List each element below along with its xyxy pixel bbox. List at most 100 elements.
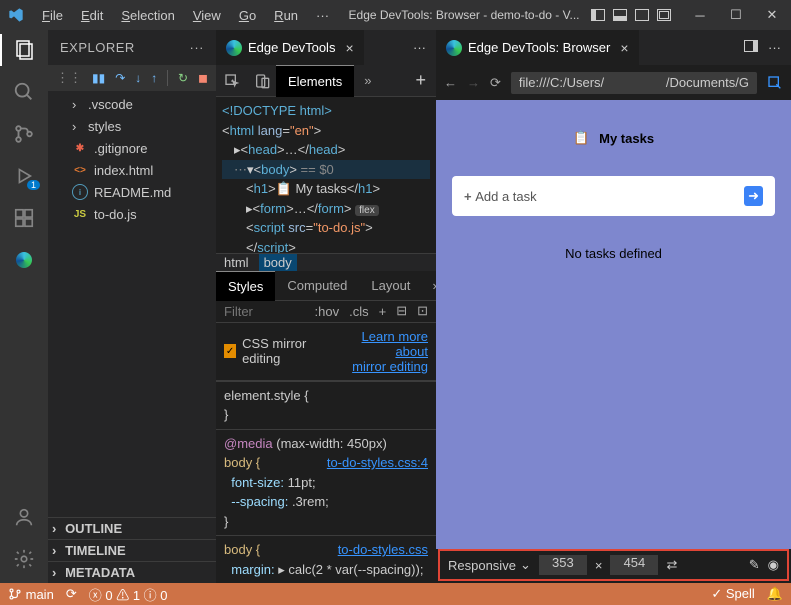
responsive-dropdown[interactable]: Responsive ⌄ [448,557,531,573]
explorer-more-icon[interactable]: ··· [190,40,205,55]
html-icon: <> [72,162,88,178]
styles-tab[interactable]: Styles [216,271,275,301]
cls-toggle[interactable]: .cls [349,304,369,319]
sync-icon[interactable]: ⟳ [66,586,77,602]
close-button[interactable]: ✕ [761,4,783,26]
learn-link[interactable]: Learn more about [362,329,428,359]
mirror-checkbox[interactable]: ✓ [224,344,236,358]
layout-full-icon[interactable] [657,9,671,21]
filter-input[interactable]: Filter [224,304,253,319]
pause-icon[interactable]: ▮▮ [92,71,105,85]
close-icon[interactable]: × [620,40,628,56]
tab-label: Edge DevTools: Browser [468,40,610,55]
computed-tab[interactable]: Computed [275,271,359,301]
height-input[interactable]: 454 [610,555,658,575]
vscode-logo [8,7,24,23]
wand-icon[interactable]: ✎ [749,557,760,573]
spell-indicator[interactable]: ✓ Spell [711,586,754,602]
layout-left-icon[interactable] [591,9,605,21]
device-icon[interactable] [248,73,276,89]
status-bar: main ⟳ ⓧ 0 ⚠ 1 ⓘ 0 ✓ Spell 🔔 [0,583,791,605]
browser-pane: Edge DevTools: Browser × ··· ← → ⟳ file:… [436,30,791,583]
tree-file-todojs[interactable]: JSto-do.js [48,203,216,225]
devtools-pane: Edge DevTools × ··· Elements » + <!DOCTY… [216,30,436,583]
submit-icon[interactable]: ➜ [744,186,763,206]
chevrons-icon[interactable]: » [354,73,381,88]
stop-icon[interactable]: ◼ [198,71,208,85]
branch-indicator[interactable]: main [8,587,54,602]
inspect-icon[interactable] [216,73,248,89]
css-rule-body[interactable]: body {to-do-styles.css margin: ▸ calc(2 … [216,535,436,583]
css-rule-media[interactable]: @media (max-width: 450px) body {to-do-st… [216,429,436,536]
menu-more[interactable]: ··· [308,4,337,27]
activity-explorer[interactable] [12,38,36,62]
close-icon[interactable]: × [345,40,353,56]
chevron-down-icon: ⌄ [520,557,531,573]
activity-settings[interactable] [12,547,36,571]
menu-run[interactable]: Run [266,4,306,27]
menu-selection[interactable]: Selection [113,4,182,27]
elements-tab[interactable]: Elements [276,65,354,97]
menu-file[interactable]: FFileile [34,4,71,27]
tree-folder-styles[interactable]: ›styles [48,115,216,137]
eye-icon[interactable]: ◉ [768,557,779,573]
tree-file-gitignore[interactable]: ✱.gitignore [48,137,216,159]
tree-file-readme[interactable]: iREADME.md [48,181,216,203]
restart-icon[interactable]: ↻ [178,71,188,85]
layout-tab[interactable]: Layout [359,271,422,301]
add-task-input[interactable]: + Add a task ➜ [452,176,775,216]
tree-folder-vscode[interactable]: ›.vscode [48,93,216,115]
crumb-body[interactable]: body [259,254,297,271]
section-metadata[interactable]: › METADATA [48,561,216,583]
drag-handle-icon[interactable]: ⋮⋮ [56,70,82,86]
minimize-button[interactable]: ─ [689,4,711,26]
css-rule-element-style[interactable]: element.style { } [216,381,436,429]
more-icon[interactable]: ⊡ [417,303,428,319]
activity-debug[interactable]: 1 [12,164,36,188]
more-icon[interactable]: ··· [768,40,781,55]
activity-source-control[interactable] [12,122,36,146]
menu-view[interactable]: View [185,4,229,27]
hov-toggle[interactable]: :hov [315,304,340,319]
step-over-icon[interactable]: ↷ [115,71,125,85]
crumb-html[interactable]: html [224,255,249,270]
activity-extensions[interactable] [12,206,36,230]
section-outline[interactable]: › OUTLINE [48,517,216,539]
more-icon[interactable]: ··· [413,40,426,55]
menu-edit[interactable]: Edit [73,4,111,27]
problems-indicator[interactable]: ⓧ 0 ⚠ 1 ⓘ 0 [89,585,168,604]
tab-devtools[interactable]: Edge DevTools × [216,30,364,65]
times-icon: × [595,558,603,573]
devtools-icon[interactable] [767,75,783,91]
layout-bottom-icon[interactable] [613,9,627,21]
split-icon[interactable] [744,40,758,52]
layout-controls [591,9,671,21]
breadcrumbs: html body [216,253,436,271]
activity-bar: 1 [0,30,48,583]
maximize-button[interactable]: ☐ [725,4,747,26]
js-icon: JS [72,206,88,222]
layout-right-icon[interactable] [635,9,649,21]
activity-search[interactable] [12,80,36,104]
activity-edge[interactable] [12,248,36,272]
add-rule-icon[interactable]: + [379,304,387,319]
step-into-icon[interactable]: ↓ [135,71,141,85]
address-bar[interactable]: file:///C:/Users//Documents/G [511,72,757,94]
forward-icon[interactable]: → [467,75,480,90]
plus-icon[interactable]: + [405,70,436,91]
dom-tree[interactable]: <!DOCTYPE html> <html lang="en"> ▸<head>… [216,97,436,253]
section-timeline[interactable]: › TIMELINE [48,539,216,561]
device-icon[interactable]: ⊟ [396,303,407,319]
tree-file-index[interactable]: <>index.html [48,159,216,181]
tab-browser[interactable]: Edge DevTools: Browser × [436,30,639,65]
reload-icon[interactable]: ⟳ [490,75,501,91]
rotate-icon[interactable]: ⇄ [666,557,677,573]
activity-account[interactable] [12,505,36,529]
back-icon[interactable]: ← [444,75,457,90]
width-input[interactable]: 353 [539,555,587,575]
bell-icon[interactable]: 🔔 [767,586,783,602]
debug-badge: 1 [27,180,40,190]
step-out-icon[interactable]: ↑ [151,71,157,85]
menu-go[interactable]: Go [231,4,264,27]
learn-link2[interactable]: mirror editing [352,359,428,374]
